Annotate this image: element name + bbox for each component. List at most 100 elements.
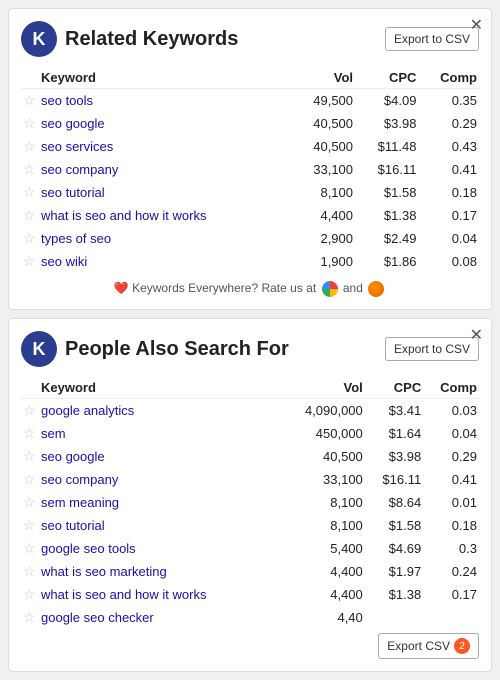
keyword-cell[interactable]: seo tutorial xyxy=(39,514,280,537)
close-button-widget2[interactable]: ✕ xyxy=(470,325,483,345)
star-icon[interactable]: ☆ xyxy=(21,422,39,445)
table-row: ☆ seo tools 49,500 $4.09 0.35 xyxy=(21,89,479,113)
vol-cell: 49,500 xyxy=(290,89,355,113)
keyword-cell[interactable]: sem meaning xyxy=(39,491,280,514)
comp-cell: 0.3 xyxy=(423,537,479,560)
vol-cell: 4,400 xyxy=(280,583,364,606)
col2-vol: Vol xyxy=(280,377,364,399)
star-icon[interactable]: ☆ xyxy=(21,250,39,273)
vol-cell: 40,500 xyxy=(280,445,364,468)
export-csv-button-widget2[interactable]: Export to CSV xyxy=(385,337,479,361)
vol-cell: 8,100 xyxy=(290,181,355,204)
keyword-cell[interactable]: google seo tools xyxy=(39,537,280,560)
table-row: ☆ google seo checker 4,40 xyxy=(21,606,479,629)
vol-cell: 5,400 xyxy=(280,537,364,560)
table-row: ☆ seo google 40,500 $3.98 0.29 xyxy=(21,112,479,135)
star-icon[interactable]: ☆ xyxy=(21,135,39,158)
vol-cell: 2,900 xyxy=(290,227,355,250)
keyword-cell[interactable]: seo tools xyxy=(39,89,290,113)
star-icon[interactable]: ☆ xyxy=(21,227,39,250)
star-icon[interactable]: ☆ xyxy=(21,204,39,227)
cpc-cell: $8.64 xyxy=(365,491,423,514)
star-icon[interactable]: ☆ xyxy=(21,399,39,423)
table-row: ☆ google seo tools 5,400 $4.69 0.3 xyxy=(21,537,479,560)
cpc-cell: $1.86 xyxy=(355,250,418,273)
related-keywords-widget: ✕ K Related Keywords Export to CSV Keywo… xyxy=(8,8,492,310)
chrome-icon[interactable] xyxy=(322,281,338,297)
export-overlay-button[interactable]: Export CSV 2 xyxy=(378,633,479,659)
col-cpc: CPC xyxy=(355,67,418,89)
table-header-row: Keyword Vol CPC Comp xyxy=(21,67,479,89)
star-icon[interactable]: ☆ xyxy=(21,89,39,113)
table-row: ☆ what is seo and how it works 4,400 $1.… xyxy=(21,204,479,227)
star-icon[interactable]: ☆ xyxy=(21,112,39,135)
comp-cell: 0.03 xyxy=(423,399,479,423)
col-vol: Vol xyxy=(290,67,355,89)
star-icon[interactable]: ☆ xyxy=(21,583,39,606)
star-icon[interactable]: ☆ xyxy=(21,181,39,204)
keyword-cell[interactable]: seo tutorial xyxy=(39,181,290,204)
cpc-cell: $3.41 xyxy=(365,399,423,423)
star-icon[interactable]: ☆ xyxy=(21,491,39,514)
comp-cell: 0.24 xyxy=(423,560,479,583)
widget2-header-left: K People Also Search For xyxy=(21,331,289,367)
star-icon[interactable]: ☆ xyxy=(21,445,39,468)
firefox-icon[interactable] xyxy=(368,281,384,297)
col2-keyword: Keyword xyxy=(39,377,280,399)
keyword-cell[interactable]: what is seo and how it works xyxy=(39,583,280,606)
related-keywords-table: Keyword Vol CPC Comp ☆ seo tools 49,500 … xyxy=(21,67,479,273)
star-icon[interactable]: ☆ xyxy=(21,158,39,181)
vol-cell: 4,400 xyxy=(280,560,364,583)
keyword-cell[interactable]: types of seo xyxy=(39,227,290,250)
vol-cell: 4,400 xyxy=(290,204,355,227)
comp-cell xyxy=(423,606,479,629)
table-row: ☆ sem 450,000 $1.64 0.04 xyxy=(21,422,479,445)
table-row: ☆ seo google 40,500 $3.98 0.29 xyxy=(21,445,479,468)
k-logo-widget2: K xyxy=(21,331,57,367)
cpc-cell: $1.38 xyxy=(365,583,423,606)
comp-cell: 0.04 xyxy=(423,422,479,445)
star-icon[interactable]: ☆ xyxy=(21,514,39,537)
cpc-cell: $1.38 xyxy=(355,204,418,227)
comp-cell: 0.08 xyxy=(418,250,479,273)
keyword-cell[interactable]: seo google xyxy=(39,445,280,468)
comp-cell: 0.17 xyxy=(423,583,479,606)
comp-cell: 0.18 xyxy=(423,514,479,537)
star-icon[interactable]: ☆ xyxy=(21,606,39,629)
keyword-cell[interactable]: seo google xyxy=(39,112,290,135)
table-row: ☆ sem meaning 8,100 $8.64 0.01 xyxy=(21,491,479,514)
vol-cell: 1,900 xyxy=(290,250,355,273)
close-button-widget1[interactable]: ✕ xyxy=(470,15,483,35)
export-csv-button-widget1[interactable]: Export to CSV xyxy=(385,27,479,51)
table-row: ☆ seo company 33,100 $16.11 0.41 xyxy=(21,158,479,181)
star-icon[interactable]: ☆ xyxy=(21,468,39,491)
table-row: ☆ seo services 40,500 $11.48 0.43 xyxy=(21,135,479,158)
comp-cell: 0.29 xyxy=(423,445,479,468)
comp-cell: 0.18 xyxy=(418,181,479,204)
table-row: ☆ types of seo 2,900 $2.49 0.04 xyxy=(21,227,479,250)
rate-us-message: ❤️ Keywords Everywhere? Rate us at and xyxy=(21,281,479,297)
star-icon[interactable]: ☆ xyxy=(21,537,39,560)
comp-cell: 0.41 xyxy=(423,468,479,491)
keyword-cell[interactable]: what is seo marketing xyxy=(39,560,280,583)
col-star xyxy=(21,67,39,89)
keyword-cell[interactable]: seo wiki xyxy=(39,250,290,273)
widget2-header: K People Also Search For Export to CSV xyxy=(21,331,479,367)
vol-cell: 8,100 xyxy=(280,514,364,537)
keyword-cell[interactable]: google seo checker xyxy=(39,606,280,629)
keyword-cell[interactable]: seo services xyxy=(39,135,290,158)
keyword-cell[interactable]: google analytics xyxy=(39,399,280,423)
cpc-cell: $11.48 xyxy=(355,135,418,158)
comp-cell: 0.43 xyxy=(418,135,479,158)
keyword-cell[interactable]: seo company xyxy=(39,468,280,491)
table-row: ☆ what is seo and how it works 4,400 $1.… xyxy=(21,583,479,606)
keyword-cell[interactable]: sem xyxy=(39,422,280,445)
table-row: ☆ google analytics 4,090,000 $3.41 0.03 xyxy=(21,399,479,423)
vol-cell: 40,500 xyxy=(290,135,355,158)
people-also-search-table: Keyword Vol CPC Comp ☆ google analytics … xyxy=(21,377,479,629)
cpc-cell: $4.09 xyxy=(355,89,418,113)
star-icon[interactable]: ☆ xyxy=(21,560,39,583)
keyword-cell[interactable]: what is seo and how it works xyxy=(39,204,290,227)
keyword-cell[interactable]: seo company xyxy=(39,158,290,181)
export-overlay-label: Export CSV xyxy=(387,639,450,653)
